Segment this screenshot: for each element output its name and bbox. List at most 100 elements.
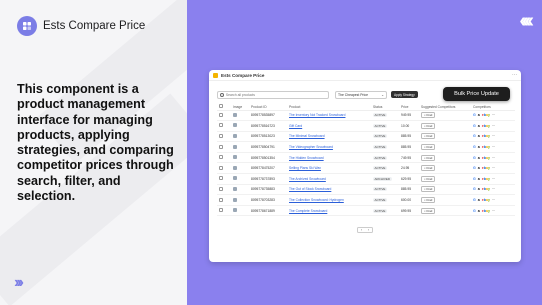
ebay-icon[interactable]: ebay — [482, 134, 490, 138]
ebay-icon[interactable]: ebay — [482, 124, 490, 128]
ebay-icon[interactable]: ebay — [482, 209, 490, 213]
amazon-icon[interactable]: a — [478, 198, 480, 202]
products-table: Image Product ID Product Status Price Su… — [217, 104, 515, 217]
amazon-icon[interactable]: a — [478, 209, 480, 213]
find-competitors-button[interactable]: ⌕ Find — [421, 112, 436, 119]
ebay-icon[interactable]: ebay — [482, 113, 490, 117]
amazon-icon[interactable]: a — [478, 156, 480, 160]
product-link[interactable]: The Hidden Snowboard — [289, 156, 324, 160]
more-icon[interactable]: ··· — [492, 166, 495, 170]
table-row[interactable]: 8095778703283 The Collection Snowboard: H… — [217, 194, 515, 206]
product-thumbnail — [233, 208, 237, 213]
table-row[interactable]: 8095778513023 The Minimal Snowboard ACTIVE… — [217, 131, 515, 143]
product-link[interactable]: The Out of Stock Snowboard — [289, 187, 331, 191]
product-link[interactable]: The Minimal Snowboard — [289, 134, 325, 138]
row-checkbox[interactable] — [219, 144, 223, 149]
google-icon[interactable]: G — [473, 145, 476, 149]
google-icon[interactable]: G — [473, 166, 476, 170]
google-icon[interactable]: G — [473, 113, 476, 117]
table-row[interactable]: 8095778535897 The Inventory Not Tracked S… — [217, 110, 515, 122]
product-thumbnail — [233, 133, 237, 138]
amazon-icon[interactable]: a — [478, 134, 480, 138]
row-checkbox[interactable] — [219, 176, 223, 181]
competitor-logos: Ga ebay ··· — [473, 209, 513, 213]
table-row[interactable]: 8095778671889 The Complete Snowboard ACTIV… — [217, 205, 515, 217]
table-row[interactable]: 8095778735883 The Out of Stock Snowboard A… — [217, 184, 515, 196]
product-link[interactable]: Selling Plans Ski Wax — [289, 166, 321, 170]
ebay-icon[interactable]: ebay — [482, 145, 490, 149]
google-icon[interactable]: G — [473, 209, 476, 213]
amazon-icon[interactable]: a — [478, 166, 480, 170]
search-box[interactable] — [217, 90, 329, 99]
table-row[interactable]: 8095778504791 The Videographer Snowboard A… — [217, 141, 515, 153]
apply-strategy-button[interactable]: Apply Strategy — [391, 91, 418, 98]
more-icon[interactable]: ··· — [492, 209, 495, 213]
more-icon[interactable]: ··· — [492, 177, 495, 181]
product-link[interactable]: The Complete Snowboard — [289, 209, 327, 213]
ebay-icon[interactable]: ebay — [482, 156, 490, 160]
product-link[interactable]: The Videographer Snowboard — [289, 145, 333, 149]
find-competitors-button[interactable]: ⌕ Find — [421, 207, 436, 214]
find-competitors-button[interactable]: ⌕ Find — [421, 197, 436, 204]
select-all-checkbox[interactable] — [219, 104, 223, 109]
ebay-icon[interactable]: ebay — [482, 187, 490, 191]
product-thumbnail — [233, 197, 237, 202]
more-icon[interactable]: ··· — [492, 187, 495, 191]
ebay-icon[interactable]: ebay — [482, 198, 490, 202]
ebay-icon[interactable]: ebay — [482, 166, 490, 170]
find-competitors-button[interactable]: ⌕ Find — [421, 144, 436, 151]
amazon-icon[interactable]: a — [478, 145, 480, 149]
row-checkbox[interactable] — [219, 165, 223, 170]
prev-page-button[interactable]: ‹ — [361, 228, 362, 232]
amazon-icon[interactable]: a — [478, 187, 480, 191]
find-competitors-button[interactable]: ⌕ Find — [421, 165, 436, 172]
amazon-icon[interactable]: a — [478, 177, 480, 181]
ebay-icon[interactable]: ebay — [482, 177, 490, 181]
row-checkbox[interactable] — [219, 186, 223, 191]
more-icon[interactable]: ··· — [492, 134, 495, 138]
product-price: 600.00 — [399, 194, 419, 206]
product-link[interactable]: The Collection Snowboard: Hydrogen — [289, 198, 344, 202]
row-checkbox[interactable] — [219, 112, 223, 117]
status-badge: ACTIVE — [373, 155, 387, 160]
find-competitors-button[interactable]: ⌕ Find — [421, 154, 436, 161]
table-row[interactable]: 8095778475207 Selling Plans Ski Wax ACTIVE… — [217, 162, 515, 175]
table-row[interactable]: 8095778516723 Gift Card ACTIVE 10.00 ⌕ Find G… — [217, 120, 515, 132]
bulk-price-update-button[interactable]: Bulk Price Update — [443, 87, 510, 101]
status-badge: ACTIVE — [373, 166, 387, 171]
row-checkbox[interactable] — [219, 197, 223, 202]
more-icon[interactable]: ··· — [492, 156, 495, 160]
amazon-icon[interactable]: a — [478, 124, 480, 128]
menu-dots-icon[interactable]: ··· — [512, 72, 517, 78]
product-link[interactable]: The Archived Snowboard — [289, 177, 326, 181]
product-price: 10.00 — [399, 120, 419, 132]
more-icon[interactable]: ··· — [492, 198, 495, 202]
more-icon[interactable]: ··· — [492, 124, 495, 128]
google-icon[interactable]: G — [473, 187, 476, 191]
chevrons-right-icon: ››› — [14, 274, 24, 291]
table-row[interactable]: 8095778737893 The Archived Snowboard ARCHI… — [217, 173, 515, 185]
row-checkbox[interactable] — [219, 208, 223, 213]
product-id: 8095778475207 — [249, 162, 287, 175]
google-icon[interactable]: G — [473, 156, 476, 160]
find-competitors-button[interactable]: ⌕ Find — [421, 133, 436, 140]
strategy-select[interactable]: The Cheapest Price ⌄ — [335, 90, 387, 99]
search-input[interactable] — [225, 92, 326, 97]
google-icon[interactable]: G — [473, 124, 476, 128]
row-checkbox[interactable] — [219, 155, 223, 160]
next-page-button[interactable]: › — [368, 228, 369, 232]
find-competitors-button[interactable]: ⌕ Find — [421, 122, 436, 129]
google-icon[interactable]: G — [473, 134, 476, 138]
row-checkbox[interactable] — [219, 133, 223, 138]
product-link[interactable]: Gift Card — [289, 124, 302, 128]
google-icon[interactable]: G — [473, 177, 476, 181]
more-icon[interactable]: ··· — [492, 113, 495, 117]
product-link[interactable]: The Inventory Not Tracked Snowboard — [289, 113, 345, 117]
google-icon[interactable]: G — [473, 198, 476, 202]
row-checkbox[interactable] — [219, 123, 223, 128]
table-row[interactable]: 8095778501354 The Hidden Snowboard ACTIVE 7… — [217, 152, 515, 164]
find-competitors-button[interactable]: ⌕ Find — [421, 186, 436, 193]
find-competitors-button[interactable]: ⌕ Find — [421, 175, 436, 182]
amazon-icon[interactable]: a — [478, 113, 480, 117]
more-icon[interactable]: ··· — [492, 145, 495, 149]
